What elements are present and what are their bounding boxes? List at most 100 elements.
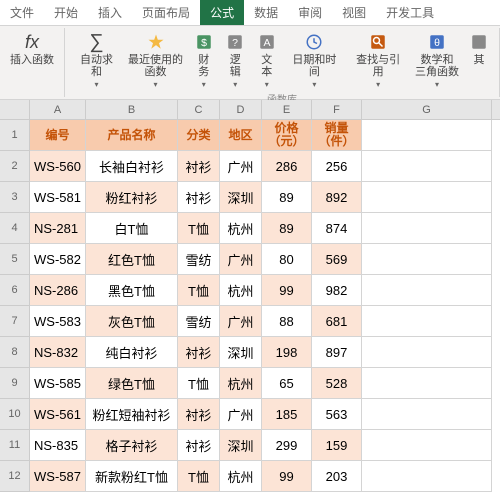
cell-price[interactable]: 286 [262,151,312,182]
cell-empty[interactable] [362,337,492,368]
insert-function-button[interactable]: fx 插入函数 [6,30,58,68]
cell-product[interactable]: 绿色T恤 [86,368,178,399]
cell-product[interactable]: 纯白衬衫 [86,337,178,368]
cell-empty[interactable] [362,120,492,151]
cell-empty[interactable] [362,368,492,399]
cell-price[interactable]: 99 [262,461,312,492]
col-header-b[interactable]: B [86,100,178,119]
cell-price[interactable]: 198 [262,337,312,368]
cell-region[interactable]: 广州 [220,306,262,337]
cell-category[interactable]: 衬衫 [178,337,220,368]
row-header-3[interactable]: 3 [0,182,30,213]
datetime-button[interactable]: 日期和时间 ▾ [284,30,346,91]
tab-页面布局[interactable]: 页面布局 [132,0,200,25]
tab-数据[interactable]: 数据 [244,0,288,25]
cell-price[interactable]: 299 [262,430,312,461]
cell-price[interactable]: 88 [262,306,312,337]
cell-category[interactable]: T恤 [178,275,220,306]
cell-empty[interactable] [362,182,492,213]
recent-button[interactable]: 最近使用的 函数 ▾ [124,30,187,91]
cell-category[interactable]: 衬衫 [178,151,220,182]
cell-sales[interactable]: 874 [312,213,362,244]
header-sales[interactable]: 销量 （件） [312,120,362,151]
cell-price[interactable]: 80 [262,244,312,275]
col-header-d[interactable]: D [220,100,262,119]
cell-product[interactable]: 粉红短袖衬衫 [86,399,178,430]
cell-id[interactable]: WS-587 [30,461,86,492]
cell-empty[interactable] [362,244,492,275]
row-header-2[interactable]: 2 [0,151,30,182]
cell-empty[interactable] [362,399,492,430]
cell-product[interactable]: 粉红衬衫 [86,182,178,213]
header-category[interactable]: 分类 [178,120,220,151]
col-header-e[interactable]: E [262,100,312,119]
cell-id[interactable]: WS-560 [30,151,86,182]
row-header-4[interactable]: 4 [0,213,30,244]
tab-开发工具[interactable]: 开发工具 [376,0,444,25]
cell-sales[interactable]: 897 [312,337,362,368]
cell-category[interactable]: 衬衫 [178,399,220,430]
tab-插入[interactable]: 插入 [88,0,132,25]
col-header-g[interactable]: G [362,100,492,119]
cell-price[interactable]: 89 [262,182,312,213]
cell-category[interactable]: 衬衫 [178,182,220,213]
row-header-1[interactable]: 1 [0,120,30,151]
cell-id[interactable]: WS-583 [30,306,86,337]
row-header-12[interactable]: 12 [0,461,30,492]
cell-category[interactable]: 雪纺 [178,306,220,337]
cell-empty[interactable] [362,461,492,492]
row-header-8[interactable]: 8 [0,337,30,368]
header-product[interactable]: 产品名称 [86,120,178,151]
cell-price[interactable]: 99 [262,275,312,306]
cell-region[interactable]: 深圳 [220,337,262,368]
cell-sales[interactable]: 159 [312,430,362,461]
cell-product[interactable]: 红色T恤 [86,244,178,275]
header-region[interactable]: 地区 [220,120,262,151]
cell-price[interactable]: 89 [262,213,312,244]
cell-empty[interactable] [362,213,492,244]
row-header-11[interactable]: 11 [0,430,30,461]
cell-region[interactable]: 广州 [220,151,262,182]
cell-region[interactable]: 广州 [220,399,262,430]
tab-视图[interactable]: 视图 [332,0,376,25]
cell-region[interactable]: 深圳 [220,182,262,213]
header-price[interactable]: 价格 （元） [262,120,312,151]
cell-id[interactable]: WS-581 [30,182,86,213]
cell-empty[interactable] [362,151,492,182]
cell-category[interactable]: 衬衫 [178,430,220,461]
row-header-9[interactable]: 9 [0,368,30,399]
tab-审阅[interactable]: 审阅 [288,0,332,25]
cell-product[interactable]: 黑色T恤 [86,275,178,306]
cell-sales[interactable]: 203 [312,461,362,492]
cell-empty[interactable] [362,306,492,337]
more-button[interactable]: 其 [465,30,493,91]
tab-开始[interactable]: 开始 [44,0,88,25]
cell-sales[interactable]: 563 [312,399,362,430]
cell-price[interactable]: 65 [262,368,312,399]
cell-region[interactable]: 杭州 [220,368,262,399]
cell-product[interactable]: 长袖白衬衫 [86,151,178,182]
cell-id[interactable]: WS-582 [30,244,86,275]
cell-category[interactable]: T恤 [178,213,220,244]
autosum-button[interactable]: ∑ 自动求和 ▾ [71,30,122,91]
cell-sales[interactable]: 892 [312,182,362,213]
row-header-10[interactable]: 10 [0,399,30,430]
cell-id[interactable]: NS-286 [30,275,86,306]
row-header-6[interactable]: 6 [0,275,30,306]
cell-product[interactable]: 白T恤 [86,213,178,244]
header-id[interactable]: 编号 [30,120,86,151]
cell-product[interactable]: 格子衬衫 [86,430,178,461]
cell-category[interactable]: T恤 [178,461,220,492]
logical-button[interactable]: ? 逻辑 ▾ [221,30,251,91]
cell-category[interactable]: T恤 [178,368,220,399]
cell-sales[interactable]: 982 [312,275,362,306]
cell-product[interactable]: 新款粉红T恤 [86,461,178,492]
row-header-5[interactable]: 5 [0,244,30,275]
financial-button[interactable]: $ 财务 ▾ [189,30,219,91]
cell-empty[interactable] [362,430,492,461]
tab-文件[interactable]: 文件 [0,0,44,25]
row-header-7[interactable]: 7 [0,306,30,337]
cell-sales[interactable]: 681 [312,306,362,337]
cell-id[interactable]: WS-561 [30,399,86,430]
cell-category[interactable]: 雪纺 [178,244,220,275]
